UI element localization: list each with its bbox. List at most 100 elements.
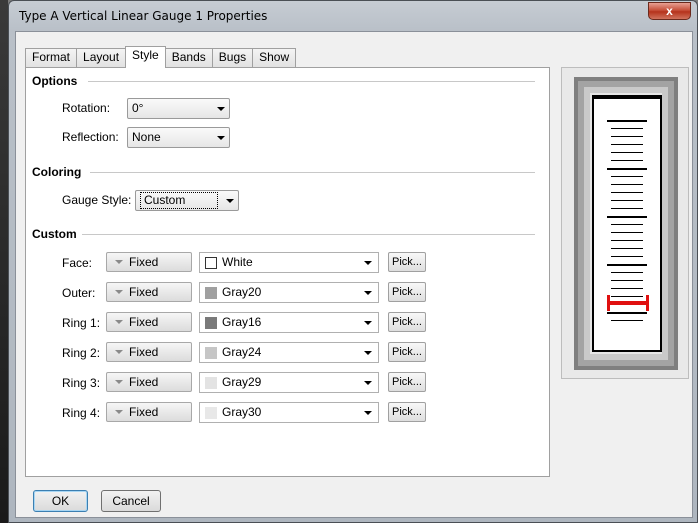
chevron-down-icon — [115, 290, 123, 294]
rotation-value: 0° — [132, 101, 144, 115]
ring2-color-name: Gray24 — [222, 345, 262, 359]
outer-color-select[interactable]: Gray20 — [199, 282, 379, 303]
style-tab-panel: Options Rotation: 0° Reflection: None Co… — [25, 67, 550, 477]
custom-divider — [82, 234, 535, 235]
ring4-pick-button[interactable]: Pick... — [388, 402, 426, 422]
ring3-label: Ring 3: — [62, 376, 101, 390]
minor-tick — [611, 232, 643, 233]
ring4-color-select[interactable]: Gray30 — [199, 402, 379, 423]
chevron-down-icon — [364, 291, 372, 295]
minor-tick — [611, 160, 643, 161]
pointer-bar — [608, 301, 648, 305]
ring2-color-select[interactable]: Gray24 — [199, 342, 379, 363]
cancel-button[interactable]: Cancel — [101, 490, 161, 512]
minor-tick — [611, 136, 643, 137]
ring4-color-name: Gray30 — [222, 405, 262, 419]
ring1-color-swatch — [205, 317, 217, 329]
outer-pick-button[interactable]: Pick... — [388, 282, 426, 302]
ring2-pick-button[interactable]: Pick... — [388, 342, 426, 362]
minor-tick — [611, 128, 643, 129]
minor-tick — [611, 224, 643, 225]
major-tick — [607, 120, 647, 122]
title-bar[interactable]: Type A Vertical Linear Gauge 1 Propertie… — [9, 1, 697, 31]
face-label: Face: — [62, 256, 93, 270]
ring2-label: Ring 2: — [62, 346, 101, 360]
major-tick — [607, 168, 647, 170]
gauge-style-select[interactable]: Custom — [135, 190, 239, 211]
gauge-style-label: Gauge Style: — [62, 193, 132, 207]
ring2-mode-button[interactable]: Fixed — [106, 342, 192, 362]
minor-tick — [611, 176, 643, 177]
face-color-swatch — [205, 257, 217, 269]
outer-color-name: Gray20 — [222, 285, 262, 299]
rotation-label: Rotation: — [62, 101, 111, 115]
ring1-pick-button[interactable]: Pick... — [388, 312, 426, 332]
reflection-select[interactable]: None — [127, 127, 230, 148]
ok-button[interactable]: OK — [33, 490, 88, 512]
tab-style[interactable]: Style — [125, 46, 166, 68]
minor-tick — [611, 200, 643, 201]
minor-tick — [611, 248, 643, 249]
chevron-down-icon — [364, 411, 372, 415]
ring2-color-swatch — [205, 347, 217, 359]
custom-section-title: Custom — [32, 227, 77, 241]
ring1-mode-button[interactable]: Fixed — [106, 312, 192, 332]
outer-mode-label: Fixed — [129, 285, 159, 299]
gauge-style-value: Custom — [140, 192, 218, 209]
pointer-left-cap — [607, 295, 610, 311]
chevron-down-icon — [217, 136, 225, 140]
options-divider — [88, 81, 535, 82]
close-button[interactable]: x — [648, 2, 691, 20]
minor-tick — [611, 272, 643, 273]
minor-tick — [611, 152, 643, 153]
outer-color-swatch — [205, 287, 217, 299]
ring1-mode-label: Fixed — [129, 315, 159, 329]
chevron-down-icon — [217, 107, 225, 111]
chevron-down-icon — [115, 320, 123, 324]
tab-layout[interactable]: Layout — [76, 48, 127, 67]
dialog-client-area: Format Layout Style Bands Bugs Show Opti… — [15, 31, 693, 518]
minor-tick — [611, 280, 643, 281]
major-tick — [607, 312, 647, 314]
minor-tick — [611, 320, 643, 321]
gauge-preview — [561, 67, 689, 379]
ring3-pick-button[interactable]: Pick... — [388, 372, 426, 392]
tab-format[interactable]: Format — [25, 48, 78, 67]
face-mode-button[interactable]: Fixed — [106, 252, 192, 272]
ring3-mode-button[interactable]: Fixed — [106, 372, 192, 392]
minor-tick — [611, 192, 643, 193]
tab-show[interactable]: Show — [252, 48, 297, 67]
ring1-color-select[interactable]: Gray16 — [199, 312, 379, 333]
chevron-down-icon — [115, 410, 123, 414]
face-color-select[interactable]: White — [199, 252, 379, 273]
coloring-section-title: Coloring — [32, 165, 82, 179]
ring4-mode-label: Fixed — [129, 405, 159, 419]
face-color-name: White — [222, 255, 253, 269]
ring4-mode-button[interactable]: Fixed — [106, 402, 192, 422]
chevron-down-icon — [364, 321, 372, 325]
ring3-color-swatch — [205, 377, 217, 389]
minor-tick — [611, 256, 643, 257]
ring3-color-name: Gray29 — [222, 375, 262, 389]
chevron-down-icon — [115, 260, 123, 264]
ring1-color-name: Gray16 — [222, 315, 262, 329]
ring1-label: Ring 1: — [62, 316, 101, 330]
minor-tick — [611, 296, 643, 297]
face-pick-button[interactable]: Pick... — [388, 252, 426, 272]
reflection-label: Reflection: — [62, 130, 119, 144]
pointer-right-cap — [646, 295, 649, 311]
minor-tick — [611, 288, 643, 289]
outer-mode-button[interactable]: Fixed — [106, 282, 192, 302]
gauge-preview-graphic — [574, 77, 678, 370]
rotation-select[interactable]: 0° — [127, 98, 230, 119]
major-tick — [607, 264, 647, 266]
properties-dialog: Type A Vertical Linear Gauge 1 Propertie… — [8, 0, 698, 523]
minor-tick — [611, 144, 643, 145]
tab-bands[interactable]: Bands — [164, 48, 213, 67]
tab-bugs[interactable]: Bugs — [211, 48, 254, 67]
chevron-down-icon — [364, 351, 372, 355]
outer-label: Outer: — [62, 286, 96, 300]
minor-tick — [611, 240, 643, 241]
window-title: Type A Vertical Linear Gauge 1 Propertie… — [19, 9, 268, 23]
ring3-color-select[interactable]: Gray29 — [199, 372, 379, 393]
